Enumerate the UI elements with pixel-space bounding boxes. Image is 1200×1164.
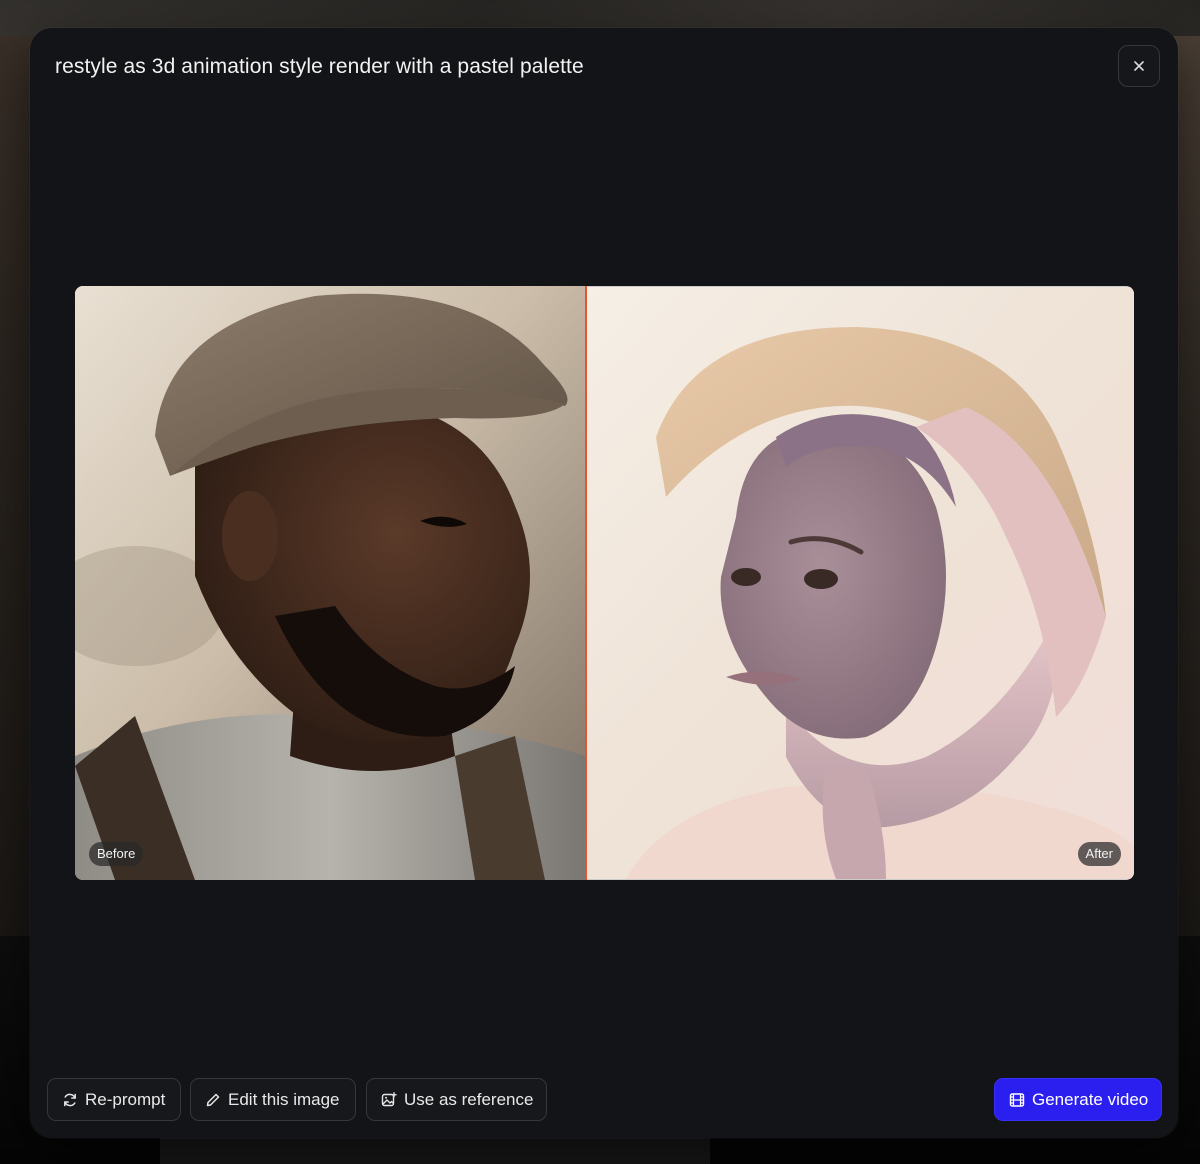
film-icon [1009,1092,1025,1107]
reprompt-button[interactable]: Re-prompt [47,1078,181,1121]
refresh-icon [64,1093,76,1106]
close-button[interactable] [1118,45,1160,87]
edit-image-button[interactable]: Edit this image [190,1078,356,1121]
comparison-divider-handle[interactable] [585,286,587,880]
after-label: After [1077,842,1121,866]
before-image [75,286,586,880]
pencil-icon [206,1093,220,1106]
background-bottom-bar [160,1135,710,1164]
use-as-reference-button[interactable]: Use as reference [366,1078,547,1121]
generate-video-label: Generate video [1032,1089,1149,1109]
use-as-reference-label: Use as reference [404,1089,534,1109]
reprompt-label: Re-prompt [85,1089,166,1109]
after-image [586,287,1134,879]
generate-video-button[interactable]: Generate video [994,1078,1162,1121]
before-label: Before [89,842,144,866]
image-preview-modal: restyle as 3d animation style render wit… [30,28,1178,1138]
close-icon [1134,61,1144,71]
edit-image-label: Edit this image [228,1089,340,1109]
before-after-comparison[interactable]: Before After [75,286,1134,880]
modal-title: restyle as 3d animation style render wit… [55,55,584,78]
image-add-icon [381,1091,397,1106]
